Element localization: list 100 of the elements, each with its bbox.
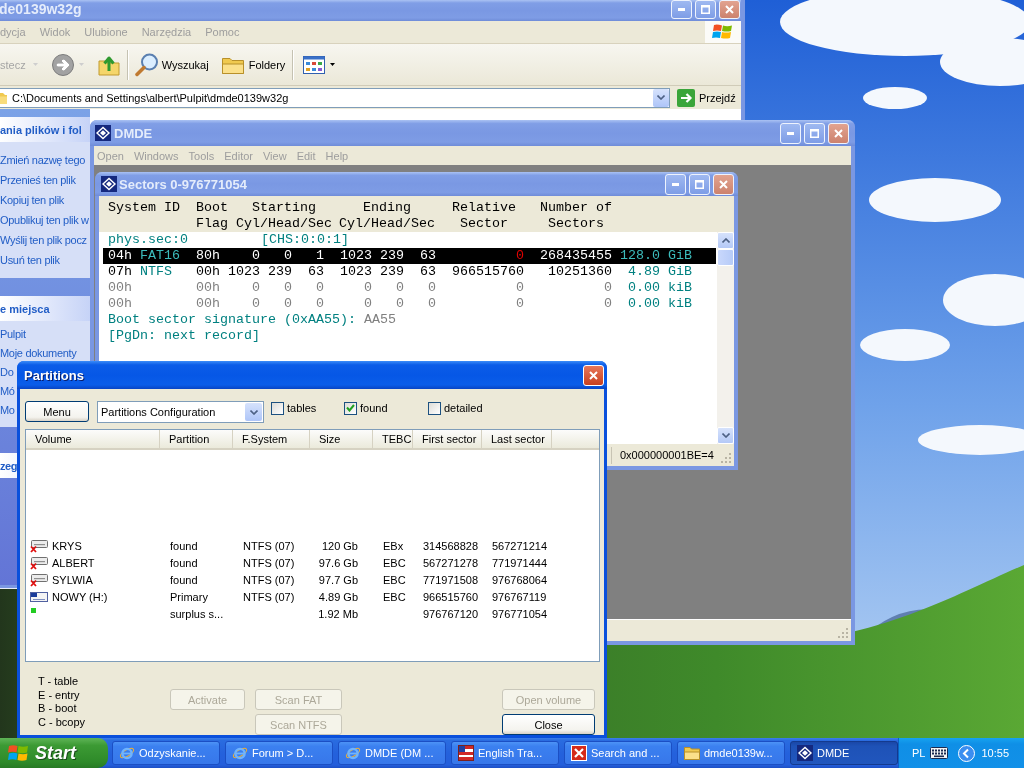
resize-grip-icon[interactable] [721, 453, 732, 464]
dropdown-button[interactable] [653, 88, 669, 107]
column-header[interactable]: TEBC [373, 430, 413, 448]
table-cell: 976767119 [492, 590, 547, 603]
clock: 10:55 [981, 747, 1009, 759]
table-cell: NTFS [140, 264, 172, 280]
task-link[interactable]: Do [0, 366, 14, 379]
table-cell: 0 [284, 280, 292, 296]
task-link[interactable]: Pulpit [0, 328, 26, 341]
caret-icon [32, 63, 38, 66]
task-link[interactable]: Opublikuj ten plik w [0, 214, 89, 227]
language-indicator[interactable]: PL [912, 747, 926, 759]
column-header[interactable]: Last sector [482, 430, 552, 448]
start-button[interactable]: Start [0, 738, 108, 768]
window-title: Partitions [24, 367, 84, 383]
task-link[interactable]: Zmień nazwę tego [0, 154, 86, 167]
table-cell: found [170, 539, 198, 552]
menu-button[interactable]: Menu [25, 401, 89, 422]
minimize-button[interactable] [665, 173, 686, 195]
taskbar-button[interactable]: English Tra... [451, 741, 559, 765]
task-link[interactable]: Przenieś ten plik [0, 174, 76, 187]
column-header[interactable]: Partition [160, 430, 233, 448]
column-header: System ID [108, 200, 180, 216]
column-header: Cyl/Head/Sec [236, 216, 332, 232]
legend-text: B - boot [38, 702, 77, 716]
task-link[interactable]: Usuń ten plik [0, 254, 60, 267]
scroll-down-button[interactable] [717, 427, 734, 444]
table-cell: 1023 [340, 248, 372, 264]
minimize-icon [787, 131, 794, 135]
table-cell: 966515760 [452, 264, 524, 280]
checkbox-label[interactable]: detailed [444, 402, 483, 414]
taskbar-button[interactable]: Odzyskanie... [112, 741, 220, 765]
checkbox[interactable] [428, 401, 441, 415]
task-link[interactable]: Mó [0, 385, 15, 398]
table-cell: 976768064 [492, 573, 548, 586]
minimize-button[interactable] [780, 122, 801, 144]
table-cell: 1 [316, 248, 324, 264]
maximize-button[interactable] [689, 173, 710, 195]
column-header[interactable]: F.System [233, 430, 310, 448]
maximize-button[interactable] [695, 0, 716, 19]
minimize-button[interactable] [671, 0, 692, 19]
checkbox[interactable] [344, 401, 357, 415]
checkbox-label[interactable]: found [360, 402, 388, 414]
chevron-circle-icon[interactable] [958, 744, 976, 762]
info-text: [PgDn: next record] [108, 328, 260, 344]
search-button[interactable]: Wyszukaj [131, 47, 213, 82]
table-cell: 0 [604, 296, 612, 312]
column-header: Cyl/Head/Sec [339, 216, 435, 232]
table-cell: 0 [428, 296, 436, 312]
table-cell: ALBERT [52, 556, 95, 569]
table-cell: found [170, 556, 198, 569]
table-cell: EBx [383, 539, 404, 552]
column-header: Relative [452, 200, 516, 216]
table-cell: NTFS (07) [243, 573, 295, 586]
chevron-down-icon [721, 433, 730, 438]
task-link[interactable]: Moje dokumenty [0, 347, 77, 360]
table-cell: 0 [252, 248, 260, 264]
checkbox-label[interactable]: tables [287, 402, 317, 414]
task-link[interactable]: Mo [0, 404, 15, 417]
table-cell: 0 [396, 280, 404, 296]
resize-grip-icon[interactable] [838, 628, 849, 639]
taskbar-button[interactable]: DMDE [790, 741, 898, 765]
close-button[interactable] [719, 0, 740, 19]
table-row[interactable]: 04h FAT16 80h 0 0 1 1023 239 63 0 268435455 128.0 GiB [103, 248, 716, 264]
task-link[interactable]: Kopiuj ten plik [0, 194, 64, 207]
close-button[interactable] [713, 173, 734, 195]
dialog-close-button[interactable]: Close [502, 714, 595, 735]
folders-button[interactable]: Foldery [217, 47, 290, 82]
taskbar-button[interactable]: dmde0139w... [677, 741, 785, 765]
column-header[interactable]: First sector [413, 430, 482, 448]
maximize-button[interactable] [804, 122, 825, 144]
flag-logo-icon [705, 21, 741, 43]
pane-header[interactable]: ania plików i fol [0, 117, 90, 142]
table-cell: 00h [196, 280, 220, 296]
table-cell: 0 [284, 296, 292, 312]
view-select[interactable]: Partitions Configuration [97, 401, 264, 423]
address-field[interactable]: C:\Documents and Settings\albert\Pulpit\dmde0139w32g [0, 87, 670, 108]
table-row[interactable]: 00h 00h 0 0 0 0 0 0 0 0 0.00 kiB [103, 280, 716, 296]
table-row[interactable]: 07h NTFS 00h 1023 239 63 1023 239 63 966515760 10251360 4.89 GiB [103, 264, 716, 280]
table-cell: found [170, 573, 198, 586]
keyboard-icon[interactable] [930, 747, 949, 759]
dropdown-button[interactable] [245, 403, 262, 421]
taskbar-button[interactable]: Forum > D... [225, 741, 333, 765]
go-button[interactable]: Przejdź [674, 87, 739, 108]
table-cell: 0 [516, 280, 524, 296]
table-cell: NTFS (07) [243, 590, 295, 603]
scroll-up-button[interactable] [717, 232, 734, 249]
task-link[interactable]: Wyślij ten plik pocz [0, 234, 87, 247]
taskbar-button[interactable]: Search and ... [564, 741, 672, 765]
e-ring-icon [345, 745, 361, 761]
info-text: Boot sector signature (0xAA55): [108, 312, 356, 328]
pane-header[interactable]: e miejsca [0, 296, 90, 321]
table-row[interactable]: 00h 00h 0 0 0 0 0 0 0 0 0.00 kiB [103, 296, 716, 312]
checkbox[interactable] [271, 401, 284, 415]
taskbar-button[interactable]: DMDE (DM ... [338, 741, 446, 765]
column-header[interactable]: Volume [26, 430, 160, 448]
close-button[interactable] [828, 122, 849, 144]
diamond-logo-icon [797, 745, 813, 761]
column-header[interactable]: Size [310, 430, 373, 448]
scroll-thumb[interactable] [717, 249, 734, 266]
